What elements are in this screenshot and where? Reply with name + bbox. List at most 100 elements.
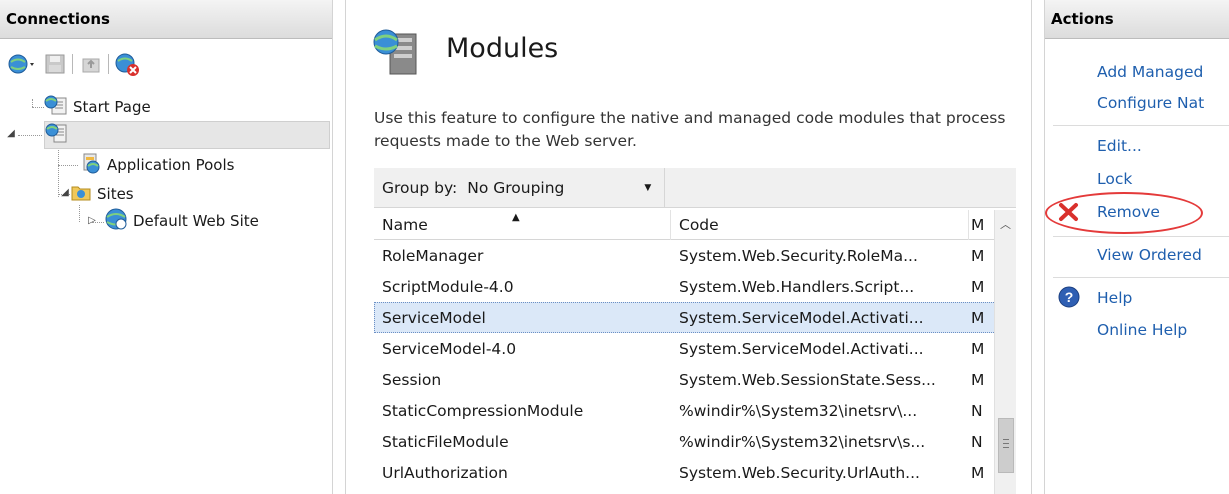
save-icon[interactable] [44,53,66,75]
help-icon: ? [1058,286,1080,312]
cell-name: ScriptModule-4.0 [382,277,514,296]
tree-connector [58,165,78,166]
tree-item-app-pools[interactable]: Application Pools [78,151,234,179]
view-ordered-list-link[interactable]: View Ordered [1097,246,1202,264]
group-by-dropdown[interactable]: No Grouping ▼ [467,174,657,202]
group-by-divider [664,168,665,208]
actions-separator [1053,125,1229,126]
server-icon [45,122,69,148]
table-row[interactable]: ServiceModel System.ServiceModel.Activati… [374,302,1016,333]
table-row[interactable]: ScriptModule-4.0 System.Web.Handlers.Scri… [374,271,1016,302]
application-pools-icon [78,151,102,179]
tree-item-start-page[interactable]: Start Page [44,93,151,121]
scroll-thumb[interactable] [998,418,1014,473]
online-help-link[interactable]: Online Help [1097,321,1187,339]
cell-module-type: M [971,463,985,482]
up-folder-icon[interactable] [80,53,102,75]
globe-connect-icon[interactable] [8,53,34,75]
sort-ascending-icon: ▲ [512,212,520,223]
modules-grid: Name ▲ Code M RoleManager System.Web.Secu… [374,210,1016,494]
actions-header: Actions [1045,0,1229,39]
column-header-code[interactable]: Code [671,210,969,240]
expand-triangle-icon[interactable]: ▷ [85,215,99,226]
scroll-grip [1003,447,1009,448]
cell-code: System.ServiceModel.Activati... [679,339,924,358]
toolbar-separator [72,54,73,74]
connections-header: Connections [0,0,332,39]
collapse-triangle-icon[interactable]: ◢ [4,128,18,139]
page-title: Modules [446,33,559,64]
tree-item-sites[interactable]: Sites [70,180,134,208]
group-by-value: No Grouping [467,178,565,197]
tree-connector [18,135,42,136]
cell-code: %windir%\System32\inetsrv\... [679,401,918,420]
cell-module-type: M [971,246,985,265]
cell-module-type: M [971,339,985,358]
cell-module-type: M [971,308,985,327]
lock-link[interactable]: Lock [1097,170,1132,188]
cell-module-type: N [971,432,983,451]
configure-native-modules-link[interactable]: Configure Nat [1097,94,1204,112]
cell-module-type: N [971,401,983,420]
grid-header: Name ▲ Code M [374,210,1016,240]
table-row[interactable]: StaticCompressionModule %windir%\System32… [374,395,1016,426]
svg-text:?: ? [1065,289,1074,305]
scroll-grip [1003,439,1009,440]
tree-item-server[interactable] [44,121,330,149]
cell-name: ServiceModel-4.0 [382,339,517,358]
start-page-icon [44,94,68,120]
tree-item-default-web-site[interactable]: Default Web Site [104,207,259,235]
folder-icon [70,182,92,206]
column-header-name[interactable]: Name ▲ [374,210,671,240]
add-managed-module-link[interactable]: Add Managed [1097,63,1203,81]
cell-code: System.ServiceModel.Activati... [679,308,924,327]
cell-name: RoleManager [382,246,484,265]
column-header-label: Name [382,216,428,234]
dropdown-arrow-icon: ▼ [644,182,652,193]
connections-panel: Connections Start Page ◢ Application Poo… [0,0,333,494]
modules-icon [372,26,420,82]
column-header-label: M [971,216,985,234]
column-header-label: Code [679,216,719,234]
table-row[interactable]: StaticFileModule %windir%\System32\inetsr… [374,426,1016,457]
tree-item-label: Sites [97,185,134,203]
table-row[interactable]: Session System.Web.SessionState.Sess... M [374,364,1016,395]
actions-separator [1053,236,1229,237]
table-row[interactable]: ServiceModel-4.0 System.ServiceModel.Acti… [374,333,1016,364]
tree-connector [32,107,44,108]
cell-module-type: M [971,370,985,389]
vertical-scrollbar[interactable]: ︿ [994,210,1016,494]
cell-name: StaticCompressionModule [382,401,584,420]
actions-separator [1053,277,1229,278]
connections-toolbar [0,39,332,87]
help-link[interactable]: Help [1097,289,1132,307]
modules-panel: Modules Use this feature to configure th… [345,0,1032,494]
cell-name: Session [382,370,442,389]
cell-code: %windir%\System32\inetsrv\s... [679,432,926,451]
cell-code: System.Web.Security.RoleMa... [679,246,918,265]
scroll-up-icon[interactable]: ︿ [995,210,1016,240]
grid-body: RoleManager System.Web.Security.RoleMa...… [374,240,1016,488]
cell-name: UrlAuthorization [382,463,508,482]
edit-link[interactable]: Edit... [1097,137,1142,155]
cell-code: System.Web.Security.UrlAuth... [679,463,920,482]
tree-item-label: Default Web Site [133,212,259,230]
disconnect-icon[interactable] [115,53,139,76]
cell-module-type: M [971,277,985,296]
tree-item-label: Start Page [73,98,151,116]
tree-item-label: Application Pools [107,156,235,174]
cell-name: ServiceModel [382,308,486,327]
cell-code: System.Web.Handlers.Script... [679,277,915,296]
table-row[interactable]: UrlAuthorization System.Web.Security.UrlA… [374,457,1016,488]
toolbar-separator [108,54,109,74]
table-row[interactable]: RoleManager System.Web.Security.RoleMa...… [374,240,1016,271]
column-header-module-type[interactable]: M [969,210,994,240]
actions-panel: Actions Add Managed Configure Nat Edit..… [1044,0,1229,494]
cell-code: System.Web.SessionState.Sess... [679,370,936,389]
page-description: Use this feature to configure the native… [374,109,1006,150]
website-globe-icon [104,207,128,235]
tree-connector [32,99,33,107]
group-by-label: Group by: [382,178,458,197]
remove-highlight-oval [1045,192,1203,234]
cell-name: StaticFileModule [382,432,509,451]
